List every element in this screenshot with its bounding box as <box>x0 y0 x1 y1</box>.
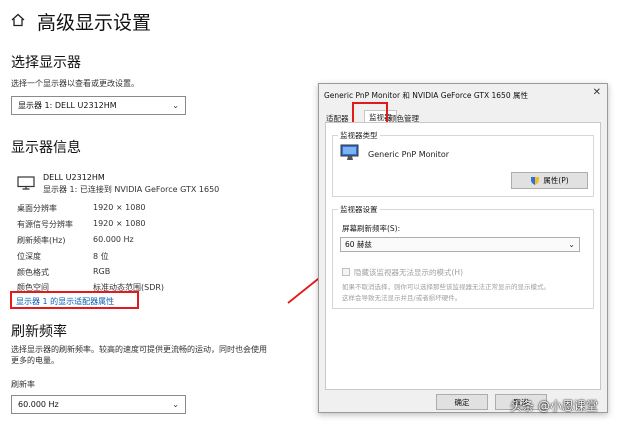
properties-dialog: Generic PnP Monitor 和 NVIDIA GeForce GTX… <box>318 83 608 413</box>
ok-button[interactable]: 确定 <box>436 394 488 410</box>
monitor-icon <box>17 176 35 190</box>
page-title: 高级显示设置 <box>37 12 152 34</box>
display-info-heading: 显示器信息 <box>11 140 81 156</box>
info-row: 颜色格式 RGB <box>17 267 111 277</box>
monitor-settings-label: 监视器设置 <box>338 204 380 215</box>
display-select-value: 显示器 1: DELL U2312HM <box>18 101 117 110</box>
info-row: 桌面分辨率 1920 × 1080 <box>17 203 146 213</box>
refresh-description-line2: 更多的电量。 <box>11 356 59 365</box>
refresh-rate-value: 60.000 Hz <box>18 400 59 409</box>
monitor-type-name: Generic PnP Monitor <box>368 150 450 159</box>
screen-refresh-value: 60 赫兹 <box>345 240 372 249</box>
monitor-type-label: 监视器类型 <box>338 130 380 141</box>
info-row: 刷新频率(Hz) 60.000 Hz <box>17 235 134 245</box>
hide-modes-checkbox[interactable] <box>342 268 350 276</box>
dialog-title: Generic PnP Monitor 和 NVIDIA GeForce GTX… <box>324 91 528 100</box>
monitor-properties-button[interactable]: 属性(P) <box>511 172 588 189</box>
monitor-tab-panel: 监视器类型 Generic PnP Monitor 属性(P) 监视器设置 屏幕… <box>325 122 601 390</box>
monitor-name: DELL U2312HM <box>43 173 105 182</box>
refresh-description-line1: 选择显示器的刷新频率。较高的速度可提供更流畅的运动，同时也会使用 <box>11 345 267 354</box>
monitor-connection: 显示器 1: 已连接到 NVIDIA GeForce GTX 1650 <box>43 185 220 194</box>
hide-modes-label: 隐藏该监视器无法显示的模式(H) <box>354 268 463 277</box>
monitor-icon <box>340 144 359 160</box>
refresh-rate-label: 屏幕刷新频率(S): <box>342 224 401 233</box>
close-icon[interactable]: ✕ <box>593 87 601 98</box>
chevron-down-icon: ⌄ <box>568 240 575 249</box>
refresh-rate-heading: 刷新频率 <box>11 324 67 340</box>
shield-icon <box>531 176 540 185</box>
select-display-heading: 选择显示器 <box>11 55 81 71</box>
refresh-field-label: 刷新率 <box>11 380 35 389</box>
properties-button-label: 属性(P) <box>543 176 569 185</box>
home-icon[interactable] <box>11 13 25 27</box>
select-display-instruction: 选择一个显示器以查看或更改设置。 <box>11 79 139 88</box>
info-row: 位深度 8 位 <box>17 252 109 261</box>
warning-line1: 如果不取消选择，则你可以选择那些该监视器无法正常显示的显示模式。 <box>342 283 550 291</box>
warning-line2: 这样会导致无法显示并且/或者损坏硬件。 <box>342 294 462 302</box>
watermark: 头条 @小恩课堂 <box>510 399 598 413</box>
info-row: 有源信号分辨率 1920 × 1080 <box>17 219 146 229</box>
refresh-rate-dropdown[interactable]: 60.000 Hz ⌄ <box>11 395 186 414</box>
chevron-down-icon: ⌄ <box>172 101 179 110</box>
screen-refresh-dropdown[interactable]: 60 赫兹 ⌄ <box>340 237 580 252</box>
display-select-dropdown[interactable]: 显示器 1: DELL U2312HM ⌄ <box>11 96 186 115</box>
chevron-down-icon: ⌄ <box>172 400 179 409</box>
adapter-properties-link[interactable]: 显示器 1 的显示适配器属性 <box>16 296 114 307</box>
